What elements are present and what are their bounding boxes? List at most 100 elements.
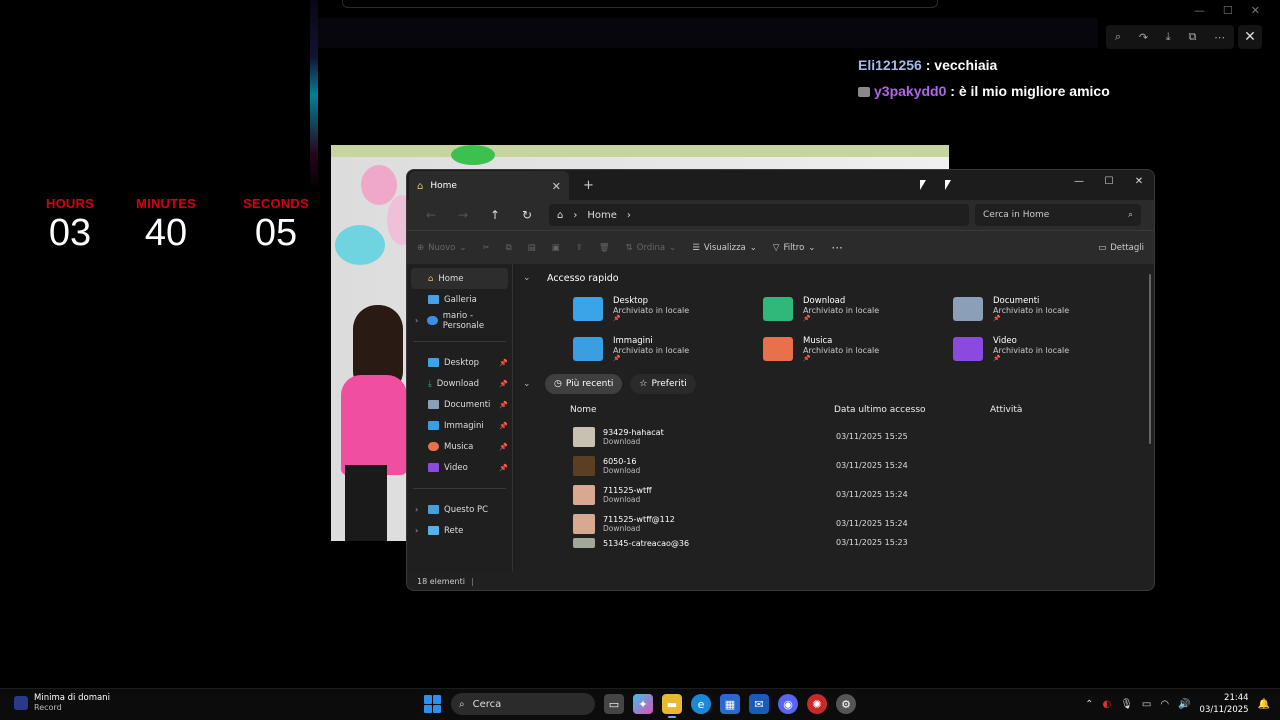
quick-access-images[interactable]: Immagini Archiviato in locale 📌 bbox=[573, 332, 763, 366]
scrollbar[interactable] bbox=[1149, 274, 1151, 444]
nav-item-network[interactable]: › Rete bbox=[407, 520, 512, 541]
taskbar-search[interactable]: ⌕ Cerca bbox=[451, 693, 595, 715]
up-icon[interactable]: ↑ bbox=[479, 208, 511, 222]
filter-button[interactable]: ▽ Filtro ⌄ bbox=[773, 243, 816, 253]
zoom-icon[interactable]: ⌕ bbox=[1115, 30, 1121, 44]
quick-access-video[interactable]: Video Archiviato in locale 📌 bbox=[953, 332, 1143, 366]
details-button[interactable]: ▭ Dettagli bbox=[1098, 243, 1144, 253]
wifi-icon[interactable]: ◠ bbox=[1160, 699, 1169, 710]
viewer-close-button[interactable]: ✕ bbox=[1238, 25, 1262, 49]
media-widget[interactable]: Minima di domani Record bbox=[14, 693, 110, 712]
nav-item-download[interactable]: ⤓ Download 📌 bbox=[407, 373, 512, 394]
close-button[interactable]: ✕ bbox=[1124, 172, 1154, 190]
discord-icon[interactable]: ◉ bbox=[778, 694, 798, 714]
volume-icon[interactable]: 🔊 bbox=[1178, 699, 1190, 710]
column-name[interactable]: Nome bbox=[570, 405, 834, 415]
tray-app-icon[interactable]: ◐ bbox=[1102, 699, 1111, 710]
close-icon[interactable]: ✕ bbox=[1251, 4, 1260, 17]
start-button[interactable] bbox=[424, 695, 442, 713]
display-icon[interactable]: ▭ bbox=[1142, 699, 1151, 710]
share-icon[interactable]: ⇪ bbox=[576, 243, 583, 253]
file-row[interactable]: 93429-hahacat Download 03/11/2025 15:25 bbox=[573, 422, 1154, 451]
chevron-right-icon[interactable]: › bbox=[415, 526, 423, 535]
file-date: 03/11/2025 15:23 bbox=[836, 538, 908, 547]
nav-item-this-pc[interactable]: › Questo PC bbox=[407, 499, 512, 520]
recent-filter-button[interactable]: ◷ Più recenti bbox=[545, 374, 623, 394]
settings-icon[interactable]: ⚙ bbox=[836, 694, 856, 714]
download-icon[interactable]: ⤓ bbox=[1166, 30, 1171, 44]
chevron-right-icon[interactable]: › bbox=[415, 505, 423, 514]
column-date[interactable]: Data ultimo accesso bbox=[834, 405, 990, 415]
nav-item-home[interactable]: ⌂ Home bbox=[411, 268, 508, 289]
microphone-icon[interactable]: 🎙 bbox=[1120, 699, 1133, 710]
cut-icon[interactable]: ✂ bbox=[482, 243, 489, 253]
refresh-icon[interactable]: ↻ bbox=[511, 208, 543, 222]
file-row[interactable]: 51345-catreacao@36 03/11/2025 15:23 bbox=[573, 538, 1154, 552]
paste-icon[interactable]: ▤ bbox=[528, 243, 536, 253]
new-tab-button[interactable]: + bbox=[583, 178, 594, 193]
nav-item-gallery[interactable]: Galleria bbox=[407, 289, 512, 310]
taskbar-apps: ⌕ Cerca ▭ ✦ ▬ e ▦ ✉ ◉ ✺ ⚙ bbox=[424, 693, 856, 718]
forward-icon[interactable]: → bbox=[447, 208, 479, 222]
copilot-icon[interactable]: ✦ bbox=[633, 694, 653, 714]
chevron-down-icon[interactable]: ⌄ bbox=[523, 273, 537, 283]
open-external-icon[interactable]: ⧉ bbox=[1188, 30, 1196, 44]
nav-item-images[interactable]: Immagini 📌 bbox=[407, 415, 512, 436]
music-icon bbox=[428, 442, 439, 451]
quick-access-documents[interactable]: Documenti Archiviato in locale 📌 bbox=[953, 292, 1143, 326]
mail-icon[interactable]: ✉ bbox=[749, 694, 769, 714]
file-list-header: Nome Data ultimo accesso Attività bbox=[570, 398, 1154, 422]
new-button[interactable]: ⊕ Nuovo ⌄ bbox=[417, 243, 466, 253]
chevron-down-icon[interactable]: ⌄ bbox=[523, 379, 537, 389]
task-view-icon[interactable]: ▭ bbox=[604, 694, 624, 714]
search-input[interactable]: Cerca in Home ⌕ bbox=[975, 204, 1141, 226]
close-tab-icon[interactable]: ✕ bbox=[552, 180, 561, 193]
view-button[interactable]: ☰ Visualizza ⌄ bbox=[692, 243, 757, 253]
file-row[interactable]: 711525-wtff@112 Download 03/11/2025 15:24 bbox=[573, 509, 1154, 538]
maximize-icon[interactable]: ☐ bbox=[1223, 4, 1233, 17]
file-explorer-icon[interactable]: ▬ bbox=[662, 694, 682, 718]
notifications-icon[interactable]: 🔔 bbox=[1258, 699, 1270, 710]
nav-item-onedrive[interactable]: › mario - Personale bbox=[407, 310, 512, 331]
share-icon[interactable]: ↷ bbox=[1139, 31, 1148, 44]
chat-message: y3pakydd0 : è il mio migliore amico bbox=[858, 82, 1110, 108]
favorites-filter-button[interactable]: ☆ Preferiti bbox=[630, 374, 696, 394]
file-row[interactable]: 711525-wtff Download 03/11/2025 15:24 bbox=[573, 480, 1154, 509]
tab-home[interactable]: ⌂ Home ✕ bbox=[409, 171, 569, 201]
chevron-right-icon[interactable]: › bbox=[627, 210, 631, 221]
nav-item-documents[interactable]: Documenti 📌 bbox=[407, 394, 512, 415]
viewer-toolbar: ⌕ ↷ ⤓ ⧉ ⋯ bbox=[1106, 25, 1234, 49]
edge-icon[interactable]: e bbox=[691, 694, 711, 714]
minimize-icon[interactable]: — bbox=[1194, 4, 1205, 17]
view-icon: ☰ bbox=[692, 242, 700, 253]
search-icon: ⌕ bbox=[1127, 210, 1133, 220]
gallery-icon bbox=[428, 295, 439, 304]
store-icon[interactable]: ▦ bbox=[720, 694, 740, 714]
back-icon[interactable]: ← bbox=[415, 208, 447, 222]
clock[interactable]: 21:44 03/11/2025 bbox=[1200, 692, 1249, 716]
breadcrumb-item[interactable]: Home bbox=[587, 210, 617, 221]
quick-access-header[interactable]: ⌄ Accesso rapido bbox=[523, 264, 1154, 292]
quick-access-desktop[interactable]: Desktop Archiviato in locale 📌 bbox=[573, 292, 763, 326]
file-thumbnail bbox=[573, 484, 595, 505]
seconds-label: SECONDS bbox=[243, 196, 309, 211]
nav-item-desktop[interactable]: Desktop 📌 bbox=[407, 352, 512, 373]
breadcrumb[interactable]: ⌂ › Home › bbox=[549, 204, 969, 226]
chevron-right-icon[interactable]: › bbox=[415, 316, 422, 325]
more-icon[interactable]: ⋯ bbox=[1214, 31, 1225, 44]
minimize-button[interactable]: — bbox=[1064, 172, 1094, 190]
nav-item-music[interactable]: Musica 📌 bbox=[407, 436, 512, 457]
rename-icon[interactable]: ▣ bbox=[552, 243, 560, 253]
delete-icon[interactable]: 🗑 bbox=[599, 243, 610, 253]
sort-button[interactable]: ⇅ Ordina ⌄ bbox=[626, 243, 677, 253]
file-row[interactable]: 6050-16 Download 03/11/2025 15:24 bbox=[573, 451, 1154, 480]
column-activity[interactable]: Attività bbox=[990, 405, 1022, 415]
more-options-button[interactable]: ··· bbox=[831, 241, 842, 255]
chevron-up-icon[interactable]: ⌃ bbox=[1085, 699, 1093, 710]
app-icon[interactable]: ✺ bbox=[807, 694, 827, 714]
quick-access-music[interactable]: Musica Archiviato in locale 📌 bbox=[763, 332, 953, 366]
nav-item-video[interactable]: Video 📌 bbox=[407, 457, 512, 478]
quick-access-download[interactable]: Download Archiviato in locale 📌 bbox=[763, 292, 953, 326]
maximize-button[interactable]: ☐ bbox=[1094, 172, 1124, 190]
copy-icon[interactable]: ⧉ bbox=[506, 243, 512, 253]
